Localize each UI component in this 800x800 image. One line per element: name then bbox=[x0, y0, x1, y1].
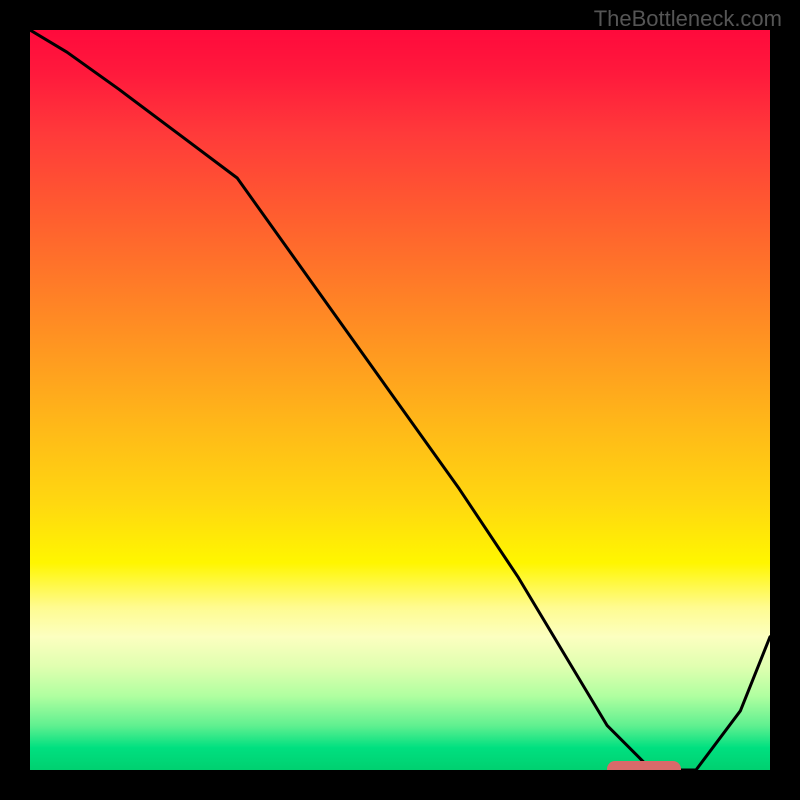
optimal-range-marker bbox=[607, 761, 681, 770]
plot-area bbox=[30, 30, 770, 770]
chart-container: TheBottleneck.com bbox=[0, 0, 800, 800]
bottleneck-curve bbox=[30, 30, 770, 770]
watermark-text: TheBottleneck.com bbox=[594, 6, 782, 32]
